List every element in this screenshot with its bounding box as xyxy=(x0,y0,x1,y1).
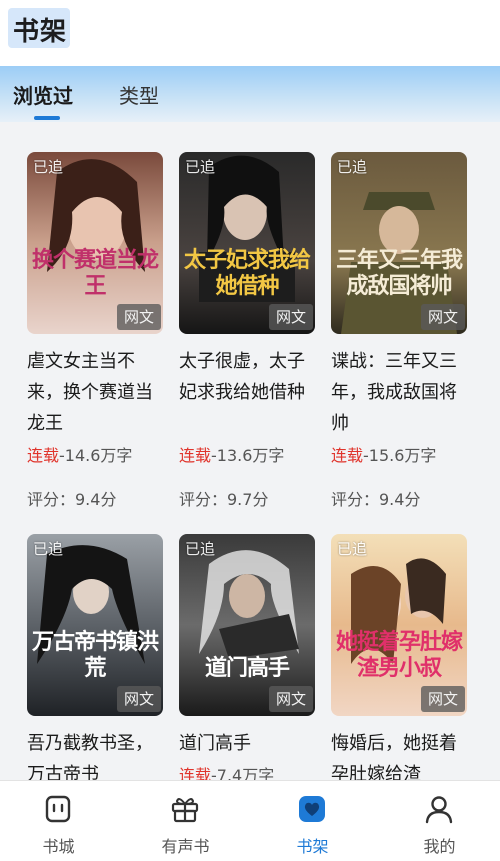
tab-bar: 浏览过 类型 xyxy=(0,66,500,122)
profile-icon xyxy=(425,796,453,824)
page-title: 书架 xyxy=(13,17,68,47)
serial-status: 连载 xyxy=(27,446,60,465)
tab-browsed[interactable]: 浏览过 xyxy=(13,80,73,109)
book-title[interactable]: 谍战：三年又三年，我成敌国将帅 xyxy=(331,346,469,439)
nav-label: 书城 xyxy=(42,837,75,856)
genre-tag: 网文 xyxy=(421,686,465,712)
word-count: -13.6万字 xyxy=(211,446,285,465)
book-meta: 连载-13.6万字 xyxy=(179,442,284,466)
cover-title: 三年又三年我成敌国将帅 xyxy=(335,248,463,299)
tab-type[interactable]: 类型 xyxy=(119,80,159,109)
genre-tag: 网文 xyxy=(421,304,465,330)
nav-label: 有声书 xyxy=(161,837,210,856)
cover-title: 她挺着孕肚嫁渣男小叔 xyxy=(335,630,463,681)
book-meta: 连载-15.6万字 xyxy=(331,442,436,466)
book-title[interactable]: 道门高手 xyxy=(179,728,317,759)
followed-badge: 已追 xyxy=(33,540,64,558)
cover-title: 太子妃求我给她借种 xyxy=(183,248,311,299)
book-score: 评分：9.7分 xyxy=(179,490,269,509)
cover-title: 换个赛道当龙王 xyxy=(31,248,159,299)
serial-status: 连载 xyxy=(179,446,212,465)
nav-mine[interactable]: 我的 xyxy=(377,781,500,861)
book-cover[interactable]: 太子妃求我给她借种 已追 网文 xyxy=(179,152,315,334)
followed-badge: 已追 xyxy=(337,158,368,176)
word-count: -15.6万字 xyxy=(363,446,437,465)
followed-badge: 已追 xyxy=(33,158,64,176)
bookstore-icon xyxy=(45,795,71,823)
tab-active-indicator xyxy=(34,116,60,120)
word-count: -7.4万字 xyxy=(211,766,275,780)
audiobook-gift-icon xyxy=(171,798,199,823)
book-title[interactable]: 悔婚后，她挺着孕肚嫁给渣 xyxy=(331,728,469,780)
nav-audiobook[interactable]: 有声书 xyxy=(123,781,248,861)
cover-title: 道门高手 xyxy=(204,656,290,681)
serial-status: 连载 xyxy=(331,446,364,465)
bookshelf-grid: 换个赛道当龙王 已追 网文 虐文女主当不来，换个赛道当龙王 连载-14.6万字 … xyxy=(0,122,500,780)
app-header: 书架 xyxy=(0,0,500,66)
genre-tag: 网文 xyxy=(117,304,161,330)
followed-badge: 已追 xyxy=(337,540,368,558)
book-cover[interactable]: 三年又三年我成敌国将帅 已追 网文 xyxy=(331,152,467,334)
book-cover[interactable]: 万古帝书镇洪荒 已追 网文 xyxy=(27,534,163,716)
book-title[interactable]: 虐文女主当不来，换个赛道当龙王 xyxy=(27,346,165,439)
bottom-navigation: 书城 有声书 书架 我的 xyxy=(0,780,500,861)
book-score: 评分：9.4分 xyxy=(331,490,421,509)
followed-badge: 已追 xyxy=(185,158,216,176)
bookshelf-heart-icon xyxy=(299,796,325,822)
book-meta: 连载-7.4万字 xyxy=(179,762,274,780)
nav-bookshelf[interactable]: 书架 xyxy=(250,781,375,861)
word-count: -14.6万字 xyxy=(59,446,133,465)
book-title[interactable]: 太子很虚，太子妃求我给她借种 xyxy=(179,346,317,408)
serial-status: 连载 xyxy=(179,766,212,780)
book-title[interactable]: 吾乃截教书圣，万古帝书 xyxy=(27,728,165,780)
genre-tag: 网文 xyxy=(269,304,313,330)
nav-label: 我的 xyxy=(423,837,456,856)
followed-badge: 已追 xyxy=(185,540,216,558)
genre-tag: 网文 xyxy=(269,686,313,712)
nav-bookstore[interactable]: 书城 xyxy=(0,781,121,861)
genre-tag: 网文 xyxy=(117,686,161,712)
book-cover[interactable]: 换个赛道当龙王 已追 网文 xyxy=(27,152,163,334)
book-cover[interactable]: 道门高手 已追 网文 xyxy=(179,534,315,716)
cover-title: 万古帝书镇洪荒 xyxy=(31,630,159,681)
book-cover[interactable]: 她挺着孕肚嫁渣男小叔 已追 网文 xyxy=(331,534,467,716)
book-score: 评分：9.4分 xyxy=(27,490,117,509)
book-meta: 连载-14.6万字 xyxy=(27,442,132,466)
nav-label: 书架 xyxy=(296,837,329,856)
